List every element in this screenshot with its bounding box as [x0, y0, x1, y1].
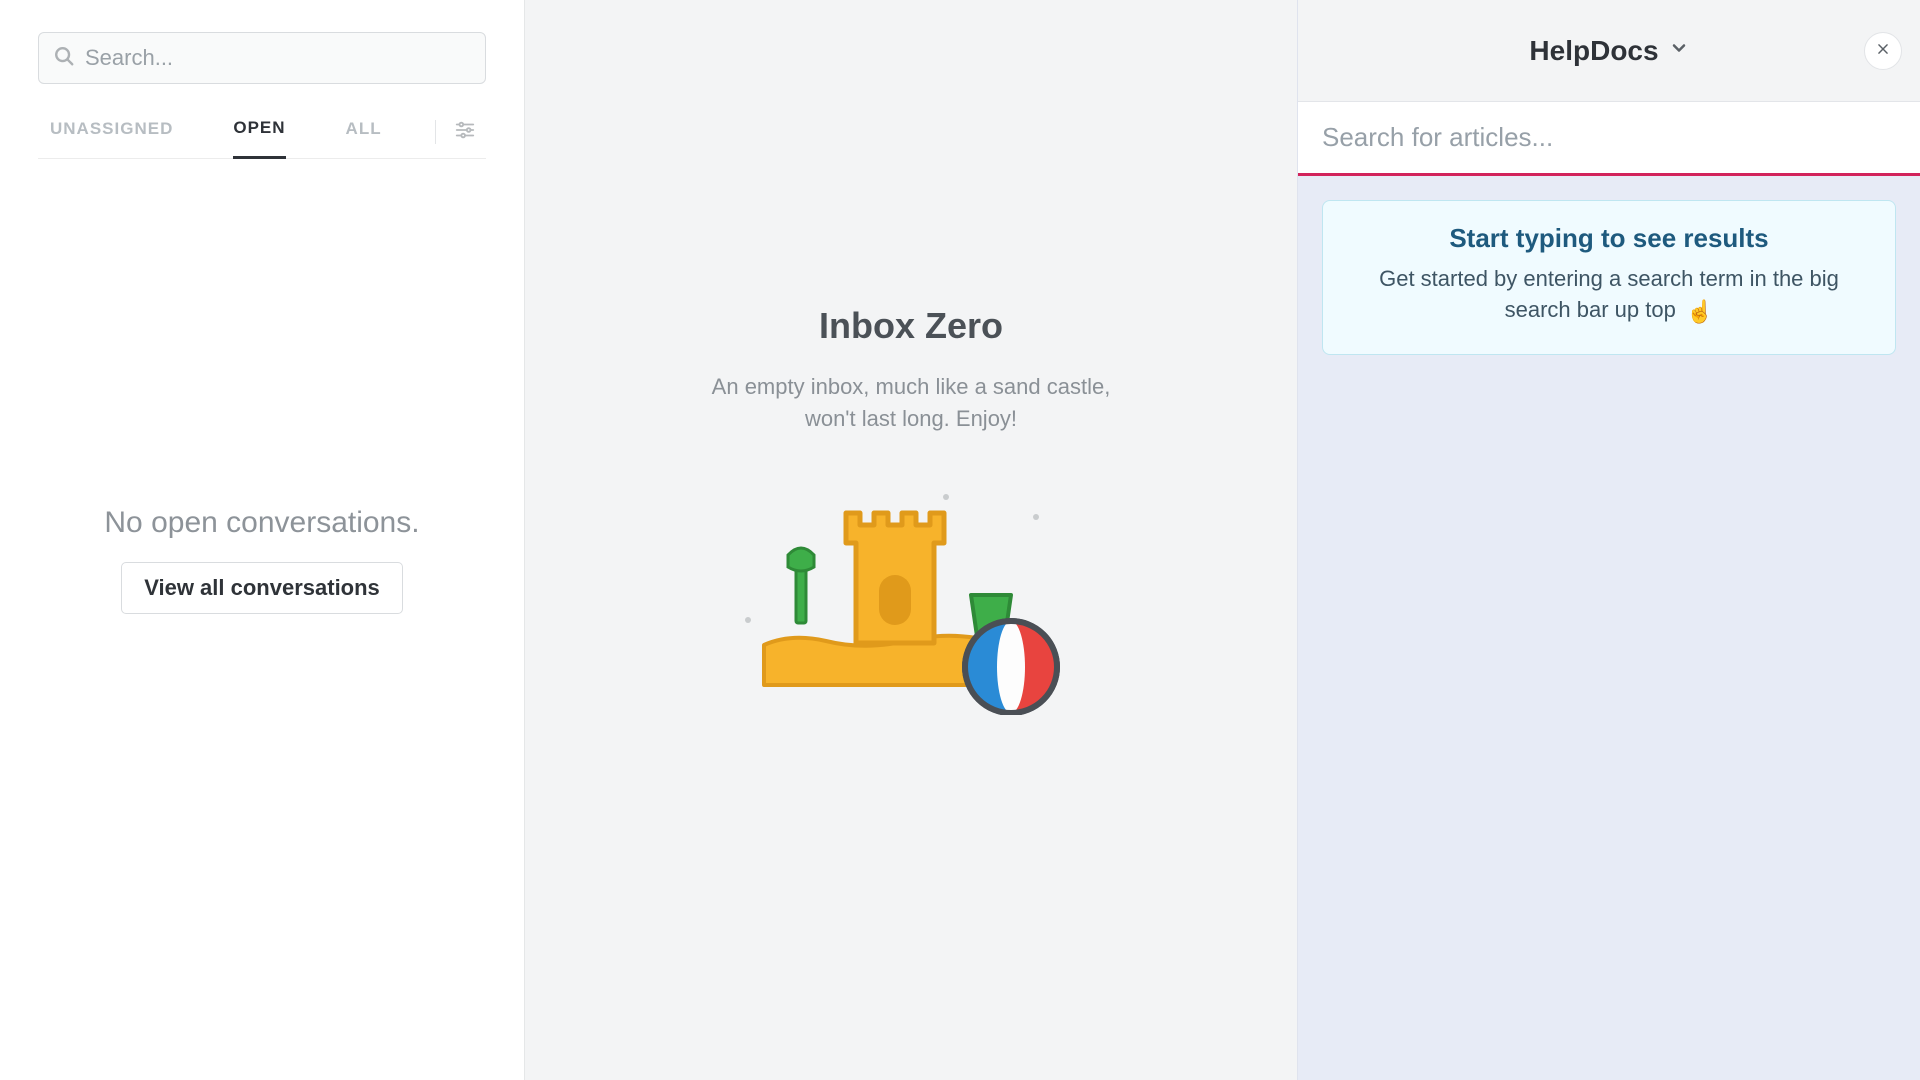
- sidebar-search[interactable]: [38, 32, 486, 84]
- chevron-down-icon: [1669, 38, 1689, 63]
- helpdocs-search-input[interactable]: [1322, 122, 1896, 153]
- conversation-tabs: UNASSIGNED OPEN ALL: [38, 106, 486, 159]
- divider: [435, 120, 436, 144]
- sandcastle-illustration: [736, 485, 1086, 715]
- conversations-empty-state: No open conversations. View all conversa…: [0, 159, 524, 1080]
- sidebar-search-input[interactable]: [85, 45, 471, 71]
- inbox-title: Inbox Zero: [819, 305, 1003, 347]
- empty-state-text: No open conversations.: [104, 506, 419, 540]
- hint-card-title: Start typing to see results: [1363, 223, 1855, 254]
- tab-unassigned[interactable]: UNASSIGNED: [50, 107, 173, 157]
- helpdocs-title: HelpDocs: [1529, 35, 1658, 67]
- conversations-sidebar: UNASSIGNED OPEN ALL No open conversation…: [0, 0, 525, 1080]
- tab-open[interactable]: OPEN: [233, 106, 285, 159]
- search-icon: [53, 45, 75, 72]
- close-icon: [1876, 40, 1890, 61]
- point-up-icon: ☝️: [1686, 297, 1713, 328]
- helpdocs-search[interactable]: [1298, 102, 1920, 176]
- filter-icon[interactable]: [454, 119, 476, 146]
- hint-card-body: Get started by entering a search term in…: [1363, 264, 1855, 328]
- helpdocs-title-dropdown[interactable]: HelpDocs: [1529, 35, 1688, 67]
- helpdocs-panel: HelpDocs Start typing to see results Get…: [1297, 0, 1920, 1080]
- helpdocs-hint-card: Start typing to see results Get started …: [1322, 200, 1896, 355]
- inbox-subtitle: An empty inbox, much like a sand castle,…: [712, 371, 1111, 435]
- close-button[interactable]: [1864, 32, 1902, 70]
- inbox-main: Inbox Zero An empty inbox, much like a s…: [525, 0, 1297, 1080]
- helpdocs-header: HelpDocs: [1298, 0, 1920, 102]
- view-all-button[interactable]: View all conversations: [121, 562, 403, 614]
- tab-all[interactable]: ALL: [346, 107, 382, 157]
